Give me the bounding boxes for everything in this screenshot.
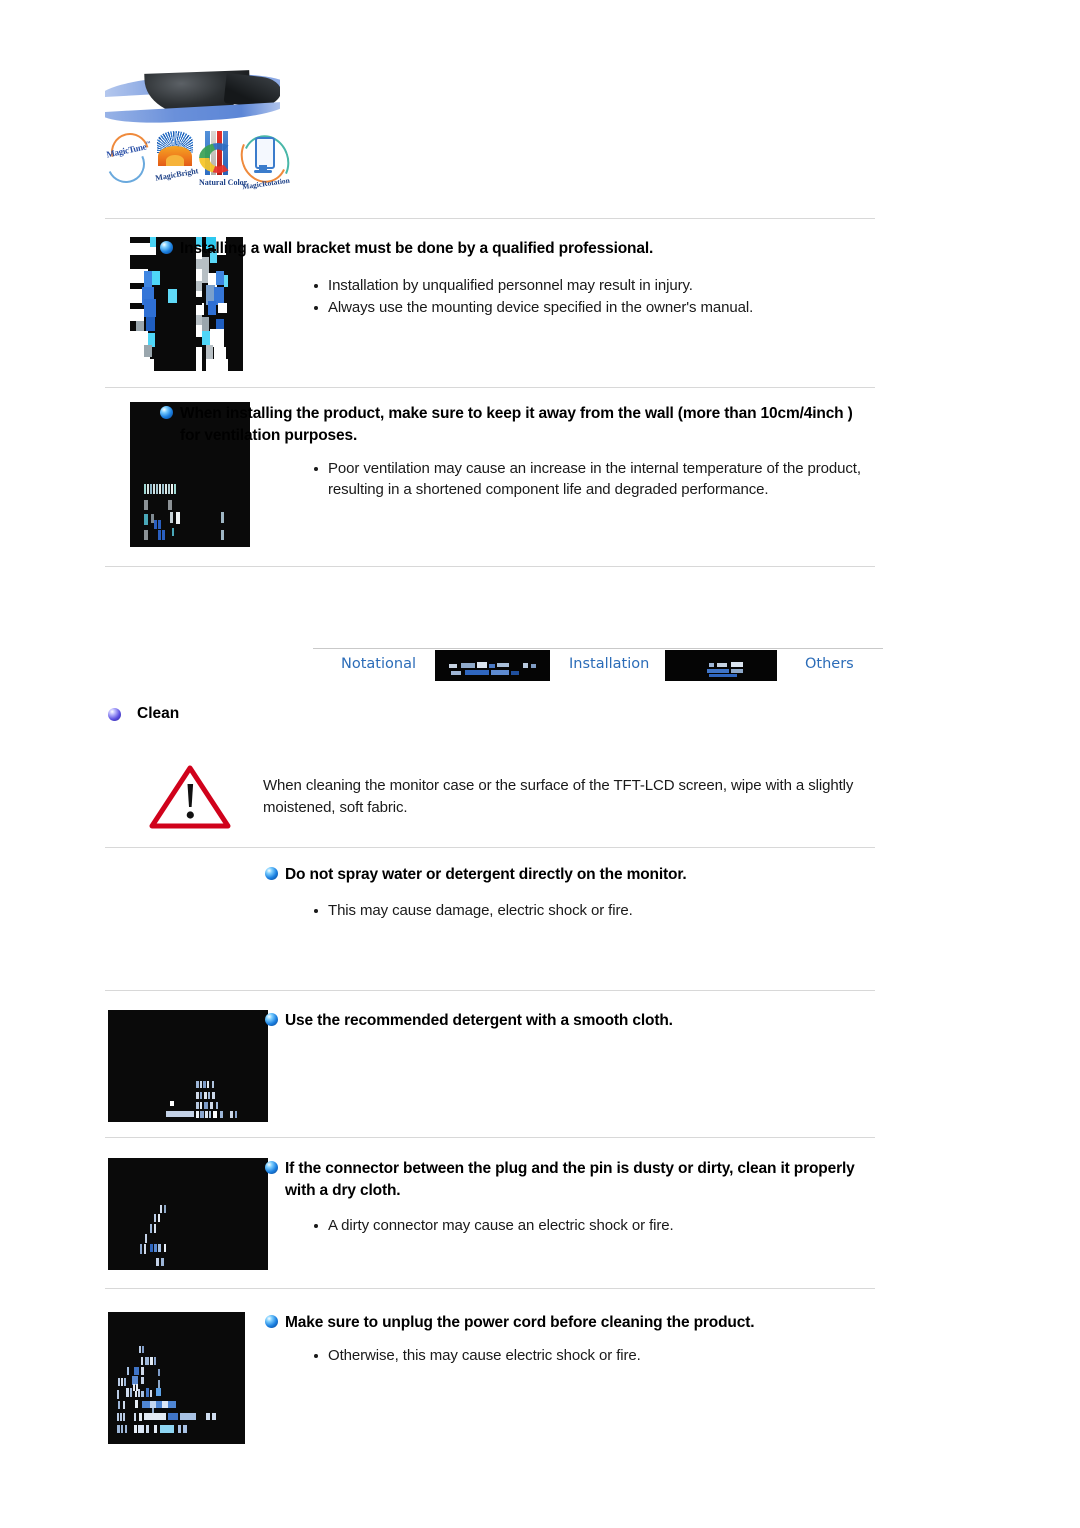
tab-obscured-1[interactable] (435, 650, 550, 681)
bullet-orb-icon (160, 241, 173, 254)
bullet-list-wall-bracket: Installation by unqualified personnel ma… (310, 275, 870, 320)
warning-triangle-icon (148, 764, 232, 830)
list-item: A dirty connector may cause an electric … (310, 1215, 870, 1236)
clean-note-text: When cleaning the monitor case or the su… (263, 777, 854, 816)
divider (105, 218, 875, 219)
divider (105, 990, 875, 991)
brand-swoosh-graphic (105, 70, 280, 128)
section-heading-ventilation: When installing the product, make sure t… (160, 403, 875, 448)
bullet-orb-icon (265, 1315, 278, 1328)
section-tabbar: Notational Installation Others (313, 648, 883, 686)
bullet-orb-icon (265, 1161, 278, 1174)
divider (105, 566, 875, 567)
tabbar-rule (313, 648, 883, 649)
list-item: Always use the mounting device specified… (310, 297, 870, 318)
magicrotation-logo: MagicRotation (234, 125, 296, 199)
bullet-list-unplug: Otherwise, this may cause electric shock… (310, 1345, 870, 1367)
brand-logo-row: MagicTune™ MagicBright Natural Color Mag… (101, 125, 296, 200)
manual-page: MagicTune™ MagicBright Natural Color Mag… (0, 0, 1080, 1528)
tab-installation[interactable]: Installation (569, 656, 649, 672)
natural-color-logo-text: Natural Color (199, 178, 248, 187)
magicbright-logo-text: MagicBright (154, 166, 199, 183)
bullet-list-no-spray: This may cause damage, electric shock or… (310, 900, 870, 922)
natural-color-logo: Natural Color (197, 131, 247, 199)
clean-heading-recommended-detergent: Use the recommended detergent with a smo… (265, 1010, 875, 1032)
clean-heading-dirty-connector: If the connector between the plug and th… (265, 1158, 875, 1203)
list-item: Installation by unqualified personnel ma… (310, 275, 870, 296)
tab-others[interactable]: Others (805, 656, 854, 672)
bullet-orb-icon (160, 406, 173, 419)
section-heading-wall-bracket: Installing a wall bracket must be done b… (160, 238, 875, 260)
bullet-list-ventilation: Poor ventilation may cause an increase i… (310, 458, 870, 502)
tab-obscured-2[interactable] (665, 650, 777, 681)
magictune-trademark: ™ (145, 141, 151, 148)
brand-header: MagicTune™ MagicBright Natural Color Mag… (101, 70, 296, 200)
tab-notational[interactable]: Notational (341, 656, 416, 672)
clean-heading-no-spray: Do not spray water or detergent directly… (265, 864, 875, 886)
divider (105, 1288, 875, 1289)
magictune-logo: MagicTune™ (101, 126, 156, 189)
clean-section-title: Clean (108, 705, 179, 723)
clean-heading-unplug: Make sure to unplug the power cord befor… (265, 1312, 875, 1334)
bullet-list-dirty-connector: A dirty connector may cause an electric … (310, 1215, 870, 1237)
list-item: Otherwise, this may cause electric shock… (310, 1345, 870, 1366)
divider (105, 847, 875, 848)
list-item: Poor ventilation may cause an increase i… (310, 458, 870, 501)
divider (105, 387, 875, 388)
bullet-orb-icon (265, 1013, 278, 1026)
magicbright-logo: MagicBright (153, 131, 199, 193)
divider (105, 1137, 875, 1138)
bullet-orb-icon (265, 867, 278, 880)
bullet-orb-purple-icon (108, 707, 121, 721)
list-item: This may cause damage, electric shock or… (310, 900, 870, 921)
